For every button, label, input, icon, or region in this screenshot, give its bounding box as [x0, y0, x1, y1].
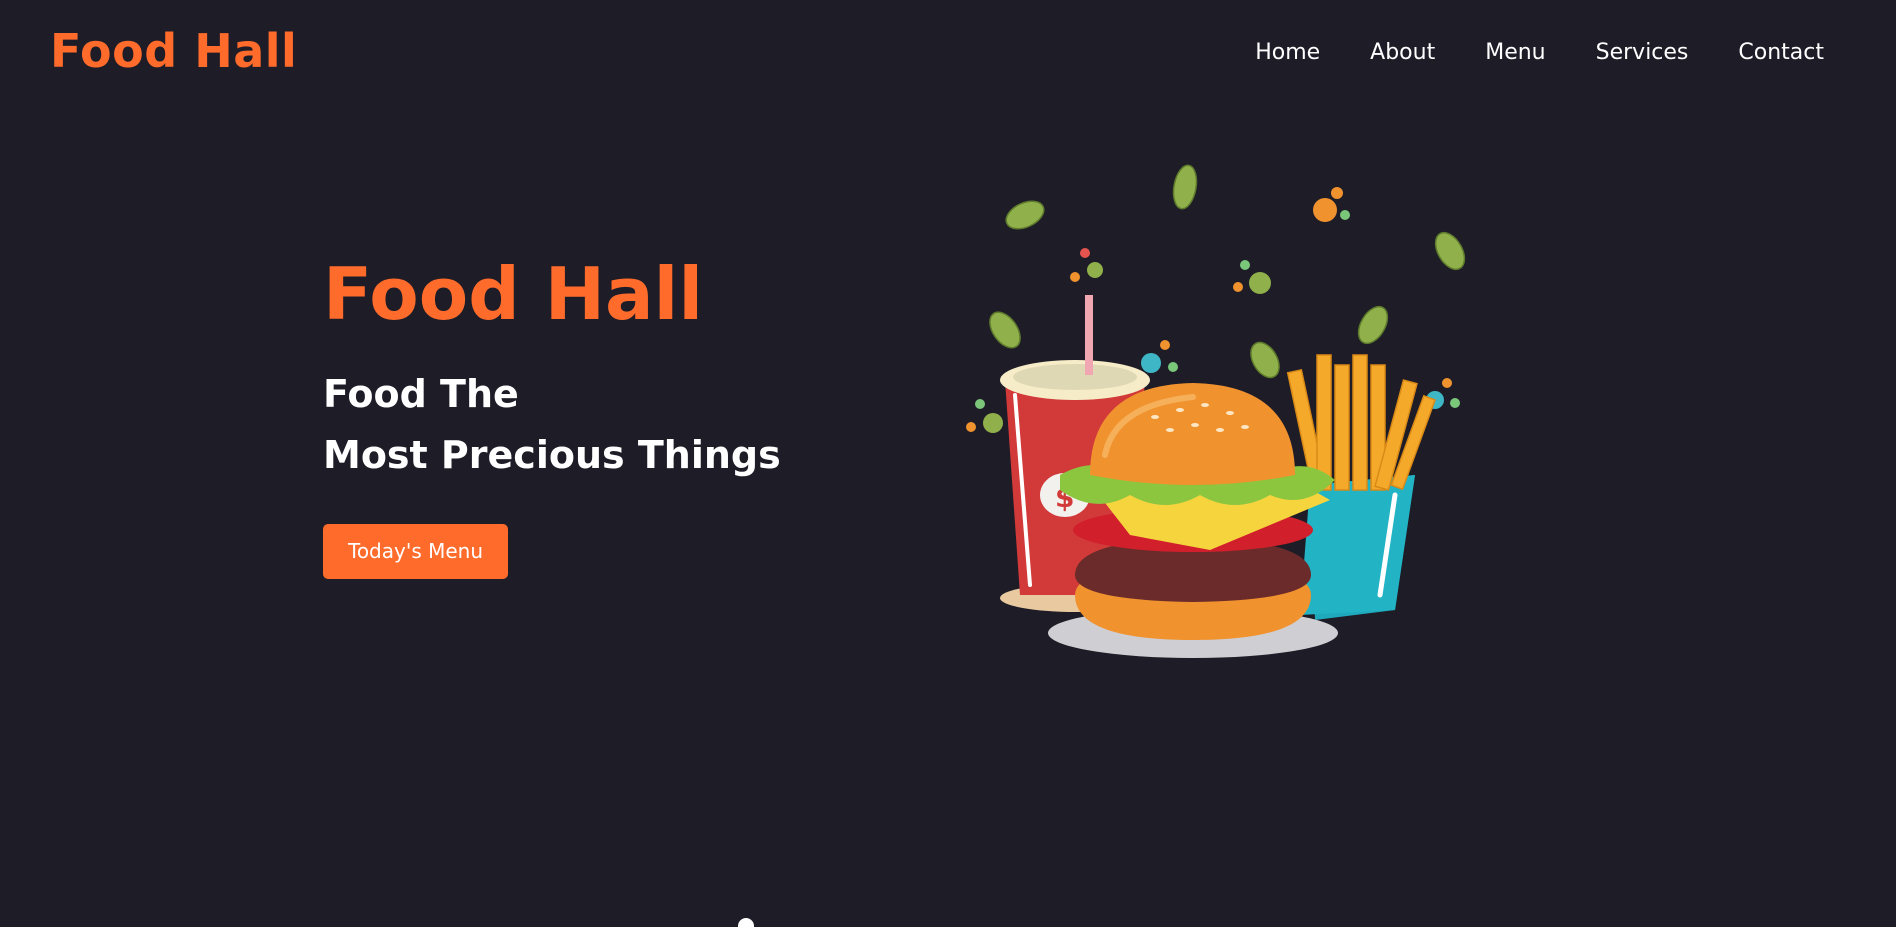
nav-item-about: About [1370, 40, 1435, 65]
brand-logo[interactable]: Food Hall [50, 24, 297, 78]
todays-menu-button[interactable]: Today's Menu [323, 523, 509, 579]
nav-item-home: Home [1255, 40, 1320, 65]
nav-item-contact: Contact [1738, 40, 1824, 65]
nav-item-services: Services [1596, 40, 1689, 65]
nav-item-menu: Menu [1485, 40, 1545, 65]
navbar: Food Hall Home About Menu Services Conta… [0, 0, 1896, 110]
nav-link-contact[interactable]: Contact [1738, 40, 1824, 65]
nav-link-services[interactable]: Services [1596, 40, 1689, 65]
burger-fries-drink-illustration: $ [966, 164, 1466, 658]
nav-link-about[interactable]: About [1370, 40, 1435, 65]
nav-menu: Home About Menu Services Contact [1205, 40, 1824, 65]
hero-subtitle: Food The Most Precious Things [323, 364, 781, 486]
hero-subtitle-line1: Food The [323, 372, 519, 417]
hero-section: Food Hall Food The Most Precious Things … [323, 252, 781, 579]
nav-link-menu[interactable]: Menu [1485, 40, 1545, 65]
nav-link-home[interactable]: Home [1255, 40, 1320, 65]
hero-illustration: $ [955, 155, 1475, 675]
page: Food Hall Home About Menu Services Conta… [0, 0, 1896, 927]
hero-title: Food Hall [323, 252, 704, 336]
hero-subtitle-line2: Most Precious Things [323, 432, 781, 477]
scroll-indicator [738, 918, 754, 927]
